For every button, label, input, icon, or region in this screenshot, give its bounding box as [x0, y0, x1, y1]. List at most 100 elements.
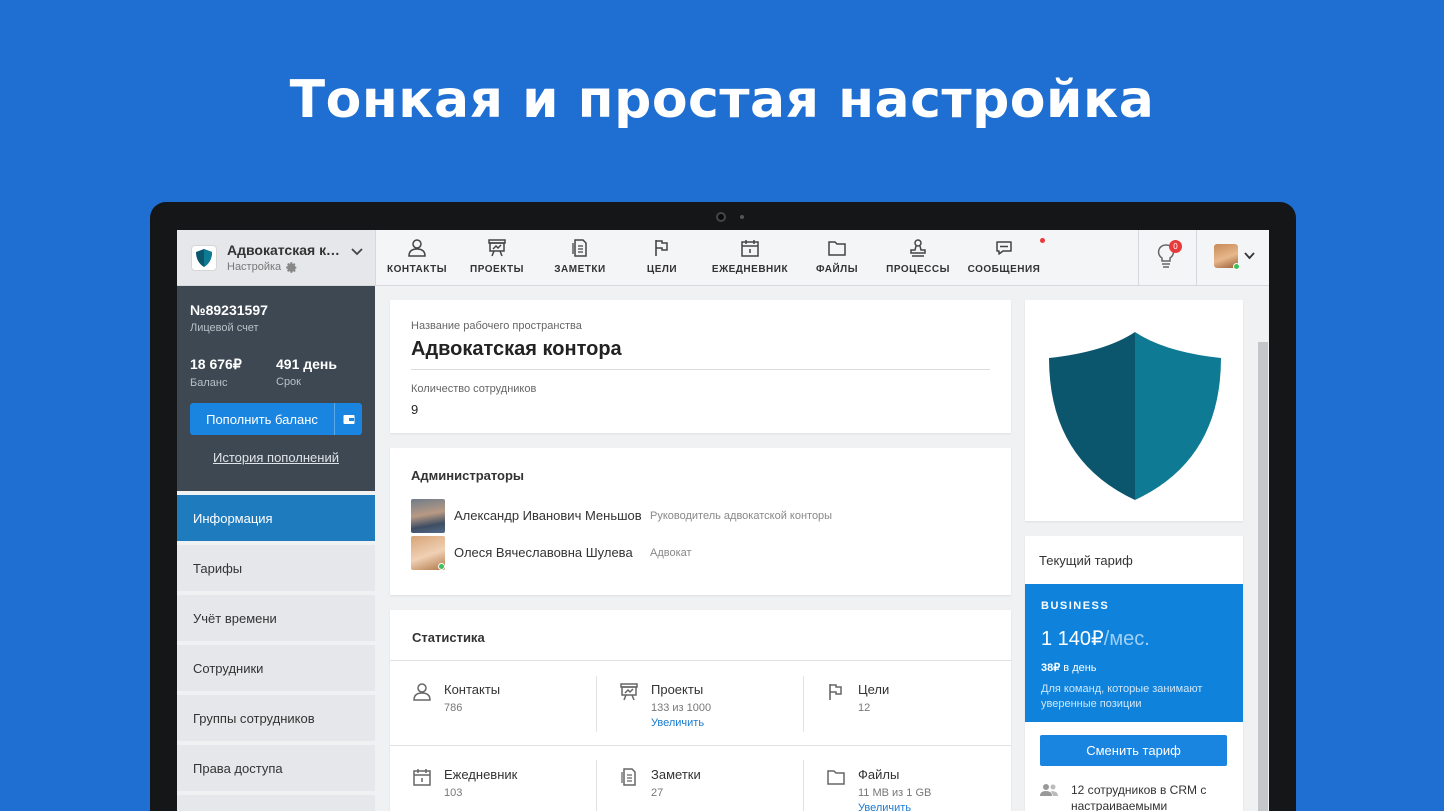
stat-title: Контакты [444, 682, 501, 697]
online-status-dot [1233, 263, 1240, 270]
increase-link[interactable]: Увеличить [858, 802, 931, 811]
nav-files-label: ФАЙЛЫ [815, 264, 858, 275]
nav-planner[interactable]: ЕЖЕДНЕВНИК [711, 238, 789, 275]
tariff-header: Текущий тариф [1039, 553, 1133, 568]
stat-value: 27 [651, 787, 664, 799]
stat-notes[interactable]: Заметки 27 [619, 767, 701, 799]
chevron-down-icon[interactable] [1244, 249, 1255, 263]
workspace-title[interactable]: Адвокатская контора [411, 338, 990, 361]
users-icon [1040, 784, 1058, 796]
headline: Тонкая и простая настройка [289, 70, 1155, 130]
chat-icon [996, 241, 1012, 255]
notes-icon [572, 239, 587, 257]
menu-item-time-tracking[interactable]: Учёт времени [177, 595, 375, 641]
stat-projects[interactable]: Проекты 133 из 1000 Увеличить [619, 682, 711, 729]
administrators-card: Администраторы Александр Иванович Меньшо… [390, 448, 1011, 595]
admin-row[interactable]: Александр Иванович Меньшов Руководитель … [411, 497, 990, 534]
nav-processes[interactable]: ПРОЦЕССЫ [885, 238, 951, 275]
tariff-feature: 12 сотрудников в CRM с настраиваемыми [1040, 782, 1211, 811]
menu-item-employee-groups[interactable]: Группы сотрудников [177, 695, 375, 741]
workspace-selector[interactable]: Адвокатская ко... Настройка [177, 230, 375, 286]
flag-icon [829, 684, 842, 700]
admin-name: Олеся Вячеславовна Шулева [454, 545, 633, 560]
account-number-label: Лицевой счет [190, 322, 259, 334]
nav-projects[interactable]: ПРОЕКТЫ [469, 238, 525, 275]
calendar-icon [741, 240, 759, 257]
shield-icon [1049, 332, 1221, 500]
stat-goals[interactable]: Цели 12 [826, 682, 889, 714]
workspace-name-label: Название рабочего пространства [411, 320, 582, 332]
term-value: 491 день [276, 356, 337, 372]
menu-item-responsibility-zones[interactable]: Зоны ответственности [177, 795, 375, 811]
tariff-feature-text: 12 сотрудников в CRM с настраиваемыми [1071, 783, 1207, 811]
folder-icon [827, 770, 845, 785]
statistics-card: Статистика Контакты 786 Проекты 133 из 100… [390, 610, 1011, 811]
statistics-title: Статистика [412, 630, 485, 645]
nav-contacts[interactable]: КОНТАКТЫ [386, 238, 448, 275]
tariff-period: /мес. [1103, 628, 1150, 650]
nav-notes[interactable]: ЗАМЕТКИ [553, 238, 607, 275]
stat-files[interactable]: Файлы 11 MB из 1 GB Увеличить [826, 767, 931, 811]
divider [803, 760, 804, 811]
top-navigation: КОНТАКТЫ ПРОЕКТЫ ЗАМЕТКИ ЦЕЛИ ЕЖЕДНЕВНИК… [375, 230, 1269, 286]
workspace-info-card: Название рабочего пространства Адвокатск… [390, 300, 1011, 433]
menu-item-info[interactable]: Информация [177, 495, 375, 541]
nav-files[interactable]: ФАЙЛЫ [812, 238, 862, 275]
notifications-badge: 0 [1169, 240, 1182, 253]
increase-link[interactable]: Увеличить [651, 717, 711, 729]
change-tariff-button[interactable]: Сменить тариф [1040, 735, 1227, 766]
stat-value: 11 MB из 1 GB [858, 787, 932, 799]
projects-icon [488, 239, 506, 257]
tariff-name: BUSINESS [1041, 600, 1110, 612]
nav-messages-label: СООБЩЕНИЯ [967, 264, 1041, 275]
admin-role: Адвокат [650, 546, 692, 559]
divider [596, 760, 597, 811]
nav-projects-label: ПРОЕКТЫ [470, 264, 524, 275]
term-label: Срок [276, 376, 301, 388]
notes-icon [621, 768, 636, 786]
scrollbar-thumb[interactable] [1258, 342, 1268, 811]
employees-count-label: Количество сотрудников [411, 383, 537, 395]
divider [390, 745, 1011, 746]
admin-row[interactable]: Олеся Вячеславовна Шулева Адвокат [411, 534, 990, 571]
balance-value: 18 676₽ [190, 356, 242, 372]
stat-contacts[interactable]: Контакты 786 [412, 682, 500, 714]
divider [596, 676, 597, 732]
tariff-daily-price: 38₽ [1041, 662, 1061, 674]
stat-title: Цели [858, 682, 890, 697]
topup-history-link[interactable]: История пополнений [190, 450, 362, 465]
tariff-price: 1 140₽ [1041, 628, 1104, 650]
administrators-title: Администраторы [411, 468, 525, 483]
laptop-frame: Адвокатская ко... Настройка №89231597 Ли… [150, 202, 1296, 811]
topup-button[interactable]: Пополнить баланс [190, 403, 334, 435]
tariff-daily-label: в день [1063, 662, 1097, 674]
nav-messages[interactable]: СООБЩЕНИЯ [968, 238, 1040, 275]
stat-title: Ежедневник [444, 767, 518, 782]
user-avatar[interactable] [1214, 244, 1240, 270]
employees-count-value: 9 [411, 402, 419, 417]
menu-item-employees[interactable]: Сотрудники [177, 645, 375, 691]
menu-item-tariffs[interactable]: Тарифы [177, 545, 375, 591]
chevron-down-icon[interactable] [351, 244, 363, 259]
workspace-settings-label: Настройка [227, 261, 282, 273]
workspace-logo-card[interactable] [1025, 300, 1243, 521]
app-screen: Адвокатская ко... Настройка №89231597 Ли… [177, 230, 1269, 811]
projects-icon [620, 683, 638, 701]
divider [803, 676, 804, 732]
calendar-icon [413, 769, 431, 786]
stat-value: 12 [858, 702, 871, 714]
wallet-icon[interactable] [334, 403, 362, 435]
online-status-dot [438, 562, 445, 570]
balance-label: Баланс [190, 377, 228, 389]
flag-icon [655, 240, 668, 256]
account-number: №89231597 [190, 302, 268, 318]
account-panel: №89231597 Лицевой счет 18 676₽ Баланс 49… [177, 286, 375, 491]
gear-icon[interactable] [285, 261, 298, 274]
nav-goals-label: ЦЕЛИ [646, 264, 678, 275]
stat-planner[interactable]: Ежедневник 103 [412, 767, 517, 799]
webcam [716, 212, 726, 222]
stat-title: Проекты [651, 682, 704, 697]
divider [390, 660, 1011, 661]
menu-item-access-rights[interactable]: Права доступа [177, 745, 375, 791]
nav-goals[interactable]: ЦЕЛИ [642, 238, 682, 275]
